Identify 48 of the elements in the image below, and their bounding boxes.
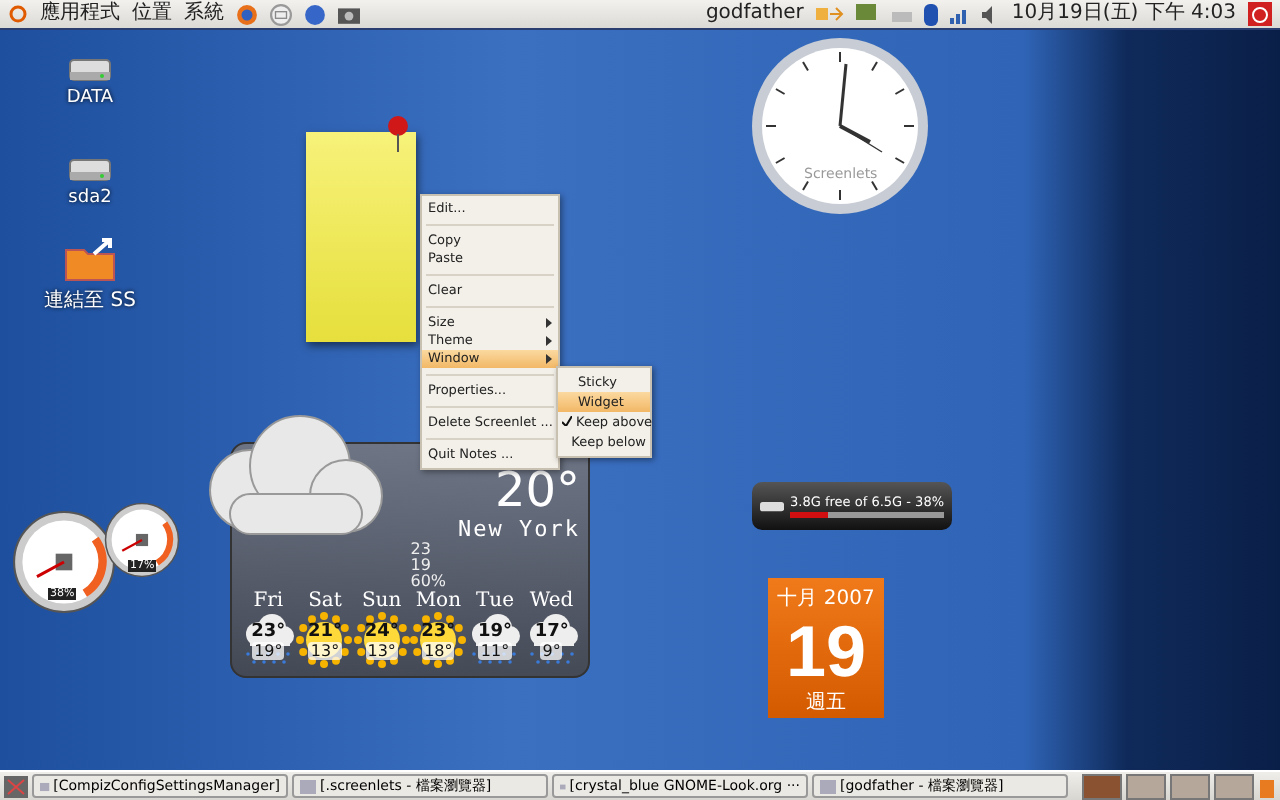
high-temperature: 23 bbox=[410, 542, 433, 558]
calendar-day: 19 bbox=[785, 615, 867, 687]
signal-icon[interactable] bbox=[949, 5, 970, 23]
browser-icon[interactable] bbox=[236, 3, 258, 25]
gauge-icon bbox=[12, 510, 116, 614]
ubuntu-logo-icon[interactable] bbox=[8, 4, 28, 24]
trash-icon[interactable] bbox=[1258, 775, 1276, 797]
workspace-switcher-cell[interactable] bbox=[1082, 773, 1122, 799]
workspace-switcher-cell[interactable] bbox=[1214, 773, 1254, 799]
panel-menu[interactable]: 位置 bbox=[132, 2, 172, 26]
current-temperature: 20° bbox=[494, 464, 580, 516]
forecast-day: Fri bbox=[253, 590, 284, 612]
panel-clock[interactable]: 10月19日(五) 下午 4:03 bbox=[1011, 2, 1236, 26]
show-desktop-icon[interactable] bbox=[4, 775, 28, 797]
humidity-reading: 60% bbox=[410, 574, 447, 590]
desktop-icon-label[interactable]: 連結至 SS bbox=[44, 286, 136, 314]
power-icon[interactable] bbox=[1248, 2, 1272, 26]
panel-menu[interactable]: 系統 bbox=[184, 2, 224, 26]
forecast-high: 21° bbox=[307, 621, 342, 641]
user-name[interactable]: godfather bbox=[705, 2, 804, 26]
mail-icon[interactable] bbox=[270, 3, 292, 25]
desktop-icon-label[interactable]: DATA bbox=[66, 88, 114, 108]
city-name: New York bbox=[458, 516, 580, 542]
workspace-switcher-cell[interactable] bbox=[1170, 773, 1210, 799]
workspace-switcher-cell[interactable] bbox=[1126, 773, 1166, 799]
desktop-icon-label[interactable]: sda2 bbox=[68, 188, 112, 208]
pushpin-icon bbox=[384, 114, 412, 154]
forecast-day: Sat bbox=[308, 590, 342, 612]
forecast-high: 23° bbox=[251, 621, 286, 641]
calendar-weekday: 週五 bbox=[806, 692, 846, 714]
forecast-day: Tue bbox=[475, 590, 514, 612]
forecast-high: 24° bbox=[364, 621, 399, 641]
forecast-day: Mon bbox=[415, 590, 462, 612]
low-temperature: 19 bbox=[410, 558, 433, 574]
camera-icon[interactable] bbox=[338, 5, 360, 23]
forecast-day: Sun bbox=[361, 590, 402, 612]
forecast-day: Wed bbox=[529, 590, 574, 612]
window-icon bbox=[820, 779, 836, 793]
calendar-month: 十月 2007 bbox=[777, 588, 875, 610]
forecast-high: 23° bbox=[421, 621, 456, 641]
hard-drive-icon bbox=[760, 496, 785, 516]
forecast-high: 19° bbox=[477, 621, 512, 641]
window-icon bbox=[40, 779, 50, 793]
folder-icon bbox=[64, 238, 116, 282]
gauge-icon bbox=[104, 502, 180, 578]
forecast-high: 17° bbox=[534, 621, 569, 641]
panel-menu[interactable]: 應用程式 bbox=[40, 2, 120, 26]
window-icon bbox=[300, 779, 316, 793]
